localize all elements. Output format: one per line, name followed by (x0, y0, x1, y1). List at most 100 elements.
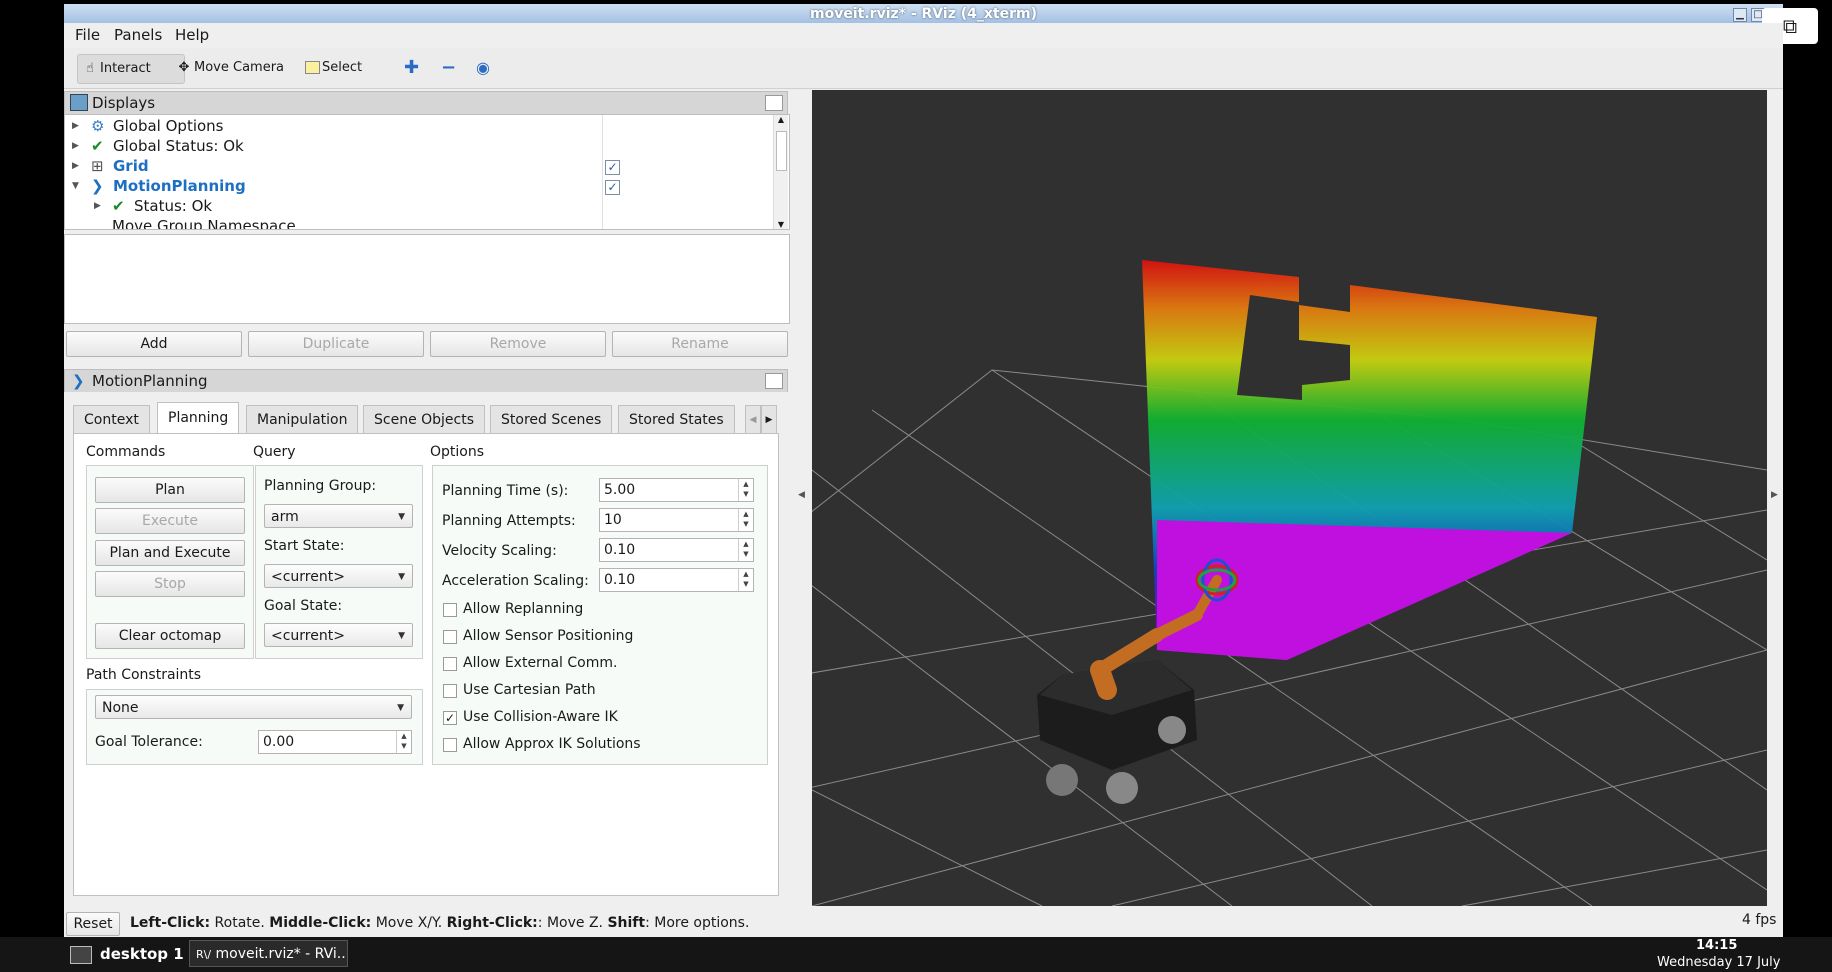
remove-tool-icon[interactable]: − (437, 54, 462, 82)
add-display-button[interactable]: Add (66, 331, 242, 357)
allow-approx-ik-label: Allow Approx IK Solutions (463, 736, 641, 752)
tab-planning[interactable]: Planning (157, 402, 240, 435)
rviz-app-icon: R\/ (196, 948, 212, 961)
expand-arrow-icon[interactable]: ▶ (72, 161, 79, 171)
tab-stored-scenes[interactable]: Stored Scenes (490, 405, 613, 434)
execute-button[interactable]: Execute (95, 508, 245, 534)
acceleration-scaling-label: Acceleration Scaling: (442, 573, 589, 589)
checkmark-icon: ✔ (91, 137, 104, 155)
tab-scroll-right-icon[interactable]: ▶ (761, 405, 777, 435)
tab-context[interactable]: Context (73, 405, 150, 434)
move-camera-tool-button[interactable]: ✥ Move Camera (172, 54, 290, 82)
tab-stored-states[interactable]: Stored States (618, 405, 735, 434)
tree-item-global-options[interactable]: ▶ ⚙ Global Options (65, 117, 602, 137)
collapse-right-icon[interactable]: ▶ (1771, 490, 1778, 500)
clock-time: 14:15 (1696, 938, 1738, 953)
spin-arrows-icon[interactable]: ▲ ▼ (396, 731, 411, 753)
displays-close-checkbox[interactable] (765, 95, 783, 111)
use-cartesian-path-label: Use Cartesian Path (463, 682, 596, 698)
desktop-label[interactable]: desktop 1 (100, 945, 184, 963)
menu-panels[interactable]: Panels (114, 26, 162, 44)
expand-arrow-icon[interactable]: ▶ (72, 141, 79, 151)
add-tool-icon[interactable]: ✚ (400, 54, 425, 82)
status-hint: Left-Click: Rotate. Middle-Click: Move X… (130, 915, 750, 931)
desktop-icon[interactable] (70, 946, 92, 964)
select-tool-button[interactable]: Select (300, 54, 368, 82)
minimize-icon[interactable]: ▁ (1733, 8, 1747, 22)
goal-tolerance-label: Goal Tolerance: (95, 734, 203, 750)
remove-display-button[interactable]: Remove (430, 331, 606, 357)
collapse-left-icon[interactable]: ◀ (798, 490, 805, 500)
planning-time-label: Planning Time (s): (442, 483, 569, 499)
3d-render-view[interactable] (812, 90, 1767, 906)
spin-arrows-icon[interactable]: ▲ ▼ (738, 569, 753, 591)
velocity-scaling-spinbox[interactable]: 0.10 ▲ ▼ (599, 538, 754, 562)
tab-scene-objects[interactable]: Scene Objects (363, 405, 486, 434)
splitter-handle-right[interactable]: ▶ (1768, 90, 1783, 907)
allow-approx-ik-checkbox[interactable] (443, 738, 457, 752)
grid-enable-checkbox[interactable]: ✓ (605, 160, 620, 175)
scene-svg (812, 260, 1767, 906)
robot-base (1037, 660, 1197, 804)
clock-date: Wednesday 17 July (1657, 955, 1781, 970)
motionplanning-enable-checkbox[interactable]: ✓ (605, 180, 620, 195)
expand-arrow-icon[interactable]: ▶ (72, 121, 79, 131)
motionplanning-icon: ❯ (72, 372, 85, 390)
rename-display-button[interactable]: Rename (612, 331, 788, 357)
chevron-down-icon: ▼ (397, 703, 404, 713)
fps-readout: 4 fps (1742, 912, 1777, 928)
use-collision-aware-ik-checkbox[interactable]: ✓ (443, 711, 457, 725)
interact-tool-button[interactable]: ☝ Interact (77, 54, 185, 84)
tree-item-motionplanning[interactable]: ▼ ❯ MotionPlanning (65, 177, 602, 197)
tree-item-global-status[interactable]: ▶ ✔ Global Status: Ok (65, 137, 602, 157)
goal-state-label: Goal State: (264, 598, 343, 614)
collapse-arrow-icon[interactable]: ▼ (72, 181, 79, 191)
reset-button[interactable]: Reset (66, 912, 120, 936)
motionplanning-close-checkbox[interactable] (765, 373, 783, 389)
chevron-down-icon: ▼ (398, 512, 405, 522)
goal-state-select[interactable]: <current> ▼ (264, 623, 413, 647)
spin-arrows-icon[interactable]: ▲ ▼ (738, 509, 753, 531)
allow-external-comm-checkbox[interactable] (443, 657, 457, 671)
clear-octomap-button[interactable]: Clear octomap (95, 623, 245, 649)
select-icon (304, 54, 320, 82)
displays-tree: ▲ ▼ ▶ ⚙ Global Options ▶ ✔ Global Status… (64, 114, 790, 230)
hand-icon: ☝ (86, 61, 94, 76)
allow-replanning-label: Allow Replanning (463, 601, 584, 617)
allow-external-comm-label: Allow External Comm. (463, 655, 618, 671)
column-divider (602, 115, 603, 229)
view-options-icon[interactable]: ◉ (472, 54, 496, 82)
displays-scrollbar[interactable]: ▲ ▼ (773, 115, 788, 229)
splitter-handle[interactable]: ◀ (793, 90, 811, 907)
tree-item-move-group-namespace[interactable]: Move Group Namespace (65, 217, 602, 229)
plan-and-execute-button[interactable]: Plan and Execute (95, 540, 245, 566)
path-constraints-select[interactable]: None ▼ (95, 695, 412, 719)
menu-help[interactable]: Help (175, 26, 209, 44)
tree-item-grid[interactable]: ▶ ⊞ Grid (65, 157, 602, 177)
commands-title: Commands (86, 444, 166, 460)
tree-item-status[interactable]: ▶ ✔ Status: Ok (65, 197, 602, 217)
duplicate-display-button[interactable]: Duplicate (248, 331, 424, 357)
taskbar-task-rviz[interactable]: R\/ moveit.rviz* - RVi... (189, 940, 348, 967)
expand-arrow-icon[interactable]: ▶ (94, 201, 101, 211)
start-state-select[interactable]: <current> ▼ (264, 564, 413, 588)
use-collision-aware-ik-label: Use Collision-Aware IK (463, 709, 618, 725)
stop-button[interactable]: Stop (95, 571, 245, 597)
acceleration-scaling-spinbox[interactable]: 0.10 ▲ ▼ (599, 568, 754, 592)
allow-replanning-checkbox[interactable] (443, 603, 457, 617)
motionplanning-icon: ❯ (91, 177, 104, 195)
menu-file[interactable]: File (75, 26, 100, 44)
monitor-icon (70, 94, 88, 111)
planning-attempts-spinbox[interactable]: 10 ▲ ▼ (599, 508, 754, 532)
allow-sensor-positioning-checkbox[interactable] (443, 630, 457, 644)
planning-time-spinbox[interactable]: 5.00 ▲ ▼ (599, 478, 754, 502)
planning-group-label: Planning Group: (264, 478, 377, 494)
spin-arrows-icon[interactable]: ▲ ▼ (738, 539, 753, 561)
plan-button[interactable]: Plan (95, 477, 245, 503)
planning-group-select[interactable]: arm ▼ (264, 504, 413, 528)
tab-manipulation[interactable]: Manipulation (246, 405, 359, 434)
spin-arrows-icon[interactable]: ▲ ▼ (738, 479, 753, 501)
goal-tolerance-spinbox[interactable]: 0.00 ▲ ▼ (258, 730, 412, 754)
tab-scroll-left-icon[interactable]: ◀ (745, 405, 761, 435)
use-cartesian-path-checkbox[interactable] (443, 684, 457, 698)
